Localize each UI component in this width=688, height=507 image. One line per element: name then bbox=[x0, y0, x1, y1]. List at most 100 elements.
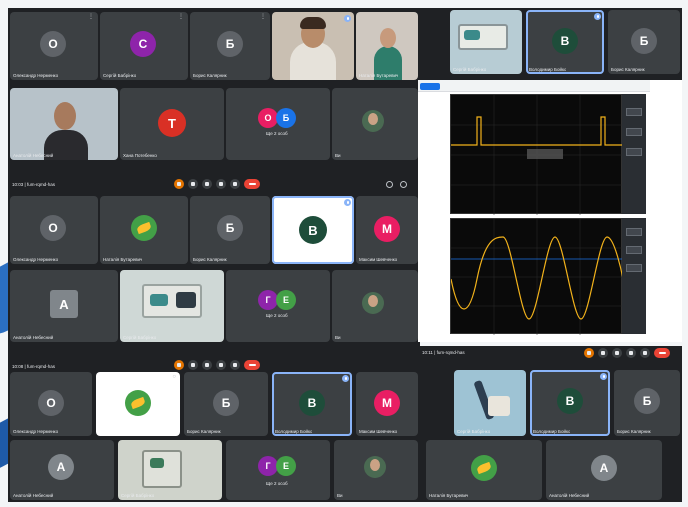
scope-menu-bottom bbox=[622, 218, 646, 334]
meeting-time: 10:08 bbox=[12, 364, 24, 369]
participant-tile[interactable]: O ⋮ Олександр Нерменко bbox=[10, 12, 98, 80]
participant-tile-active[interactable]: В Володимир Бойко bbox=[526, 10, 604, 74]
participant-tile-video[interactable]: Сергій Бабрінко bbox=[450, 10, 522, 74]
participant-name: Ви bbox=[335, 335, 341, 340]
more-options-button[interactable] bbox=[230, 179, 240, 189]
present-button[interactable] bbox=[216, 360, 226, 370]
participant-tile[interactable]: A Анатолій Небесний bbox=[10, 270, 118, 342]
more-icon[interactable]: ⋮ bbox=[88, 14, 94, 20]
participant-name: Борис Калярник bbox=[617, 429, 651, 434]
scope-menu-item[interactable] bbox=[626, 264, 642, 272]
participant-video bbox=[368, 295, 378, 307]
participant-tile[interactable]: O Олександр Нерменко bbox=[10, 196, 98, 264]
info-icon[interactable] bbox=[386, 181, 393, 188]
participant-name: Наталія Бутаревич bbox=[429, 493, 469, 498]
raise-hand-button[interactable] bbox=[202, 360, 212, 370]
participant-video bbox=[176, 292, 196, 308]
participant-name: Анатолій Небесний bbox=[13, 153, 54, 158]
mic-button[interactable] bbox=[584, 348, 594, 358]
participant-tile-group[interactable]: Г Е Ще 2 особ bbox=[226, 270, 330, 342]
scope-display-bottom bbox=[450, 218, 624, 335]
participant-tile[interactable]: Б Борис Калярник bbox=[608, 10, 680, 74]
participant-tile-group[interactable]: O Б Ще 2 особ bbox=[226, 88, 330, 160]
avatar: Г bbox=[258, 290, 278, 310]
participant-tile-self[interactable]: Ви bbox=[332, 88, 418, 160]
participant-tile[interactable]: T Хана Потебенко bbox=[120, 88, 224, 160]
present-button[interactable] bbox=[626, 348, 636, 358]
scope-menu-item[interactable] bbox=[626, 148, 642, 156]
participant-tile[interactable]: M Максим Шевченко bbox=[356, 196, 418, 264]
participant-video bbox=[142, 450, 182, 488]
participant-name: Олександр Нерменко bbox=[13, 73, 59, 78]
participant-tile[interactable]: Б Борис Калярник bbox=[614, 370, 680, 436]
participant-tile-group[interactable]: Г Е Ще 2 особ bbox=[226, 440, 330, 500]
participant-tile[interactable]: A Анатолій Небесний bbox=[546, 440, 662, 500]
scope-menu-item[interactable] bbox=[626, 128, 642, 136]
participant-tile-active[interactable]: В bbox=[272, 196, 354, 264]
camera-button[interactable] bbox=[598, 348, 608, 358]
present-button[interactable] bbox=[216, 179, 226, 189]
participant-name: Максим Шевченко bbox=[359, 257, 398, 262]
camera-button[interactable] bbox=[188, 179, 198, 189]
avatar: Е bbox=[276, 290, 296, 310]
avatar: O bbox=[38, 390, 64, 416]
participant-tile[interactable]: O Олександр Нерменко bbox=[10, 372, 92, 436]
participant-name: Сергій Бабрінко bbox=[123, 335, 157, 340]
call-controls bbox=[584, 348, 674, 358]
participant-tile[interactable]: Наталія Бутаревич bbox=[426, 440, 542, 500]
scope-menu-item[interactable] bbox=[626, 228, 642, 236]
participant-name: Олександр Нерменко bbox=[13, 429, 59, 434]
participant-tile-video[interactable]: Сергій Бабрінко bbox=[454, 370, 526, 436]
participant-tile[interactable]: Б Борис Калярник bbox=[190, 196, 270, 264]
end-call-button[interactable] bbox=[654, 348, 670, 358]
browser-tab[interactable] bbox=[420, 83, 440, 90]
mic-icon bbox=[594, 13, 601, 20]
participant-tile[interactable]: Б ⋮ Борис Калярник bbox=[190, 12, 270, 80]
more-icon[interactable]: ⋮ bbox=[260, 14, 266, 20]
participant-name: Володимир Бойко bbox=[533, 429, 571, 434]
participant-name: Ви bbox=[335, 153, 341, 158]
participant-tile[interactable]: A Анатолій Небесний bbox=[10, 440, 114, 500]
avatar: Б bbox=[634, 388, 660, 414]
participant-name: Борис Калярник bbox=[611, 67, 645, 72]
camera-button[interactable] bbox=[188, 360, 198, 370]
avatar: T bbox=[158, 109, 186, 137]
more-options-button[interactable] bbox=[230, 360, 240, 370]
participant-tile[interactable]: C ⋮ Сергій Бабрінко bbox=[100, 12, 188, 80]
participant-tile-video[interactable]: Сергій Бабрінко bbox=[118, 440, 222, 500]
avatar: Б bbox=[217, 215, 243, 241]
scope-menu-item[interactable] bbox=[626, 108, 642, 116]
participant-tile-active[interactable]: В Володимир Бойко bbox=[272, 372, 352, 436]
participant-name: Анатолій Небесний bbox=[13, 493, 54, 498]
participant-tile[interactable]: Наталія Бутаревич bbox=[100, 196, 188, 264]
participant-name: Наталія Бутаревич bbox=[359, 73, 399, 78]
end-call-button[interactable] bbox=[244, 360, 260, 370]
mic-button[interactable] bbox=[174, 360, 184, 370]
participant-video bbox=[380, 28, 396, 48]
participant-name: Борис Калярник bbox=[187, 429, 221, 434]
scope-menu-item[interactable] bbox=[626, 246, 642, 254]
scope-display-top bbox=[450, 94, 623, 215]
participant-tile[interactable]: M Максим Шевченко bbox=[356, 372, 418, 436]
participant-tile-self[interactable]: Ви bbox=[332, 270, 418, 342]
more-icon[interactable]: ⋮ bbox=[178, 14, 184, 20]
participant-tile-video[interactable]: Наталія Бутаревич bbox=[356, 12, 418, 80]
participant-video bbox=[150, 458, 164, 468]
participant-tile-video[interactable]: Анатолій Небесний bbox=[10, 88, 118, 160]
participant-tile-self[interactable]: Ви bbox=[334, 440, 418, 500]
participant-tile-active[interactable]: В Володимир Бойко bbox=[530, 370, 610, 436]
people-icon[interactable] bbox=[400, 181, 407, 188]
mic-button[interactable] bbox=[174, 179, 184, 189]
participant-tile-video[interactable] bbox=[272, 12, 354, 80]
participant-tile-video[interactable]: Сергій Бабрінко bbox=[120, 270, 224, 342]
participant-tile[interactable]: Б Борис Калярник bbox=[184, 372, 268, 436]
participant-tile[interactable]: ○ bbox=[96, 372, 180, 436]
avatar: O bbox=[258, 108, 278, 128]
raise-hand-button[interactable] bbox=[202, 179, 212, 189]
pulse-trace bbox=[451, 95, 623, 215]
more-icon[interactable]: ○ bbox=[172, 374, 176, 380]
end-call-button[interactable] bbox=[244, 179, 260, 189]
raise-hand-button[interactable] bbox=[612, 348, 622, 358]
more-options-button[interactable] bbox=[640, 348, 650, 358]
participant-video bbox=[300, 17, 326, 29]
